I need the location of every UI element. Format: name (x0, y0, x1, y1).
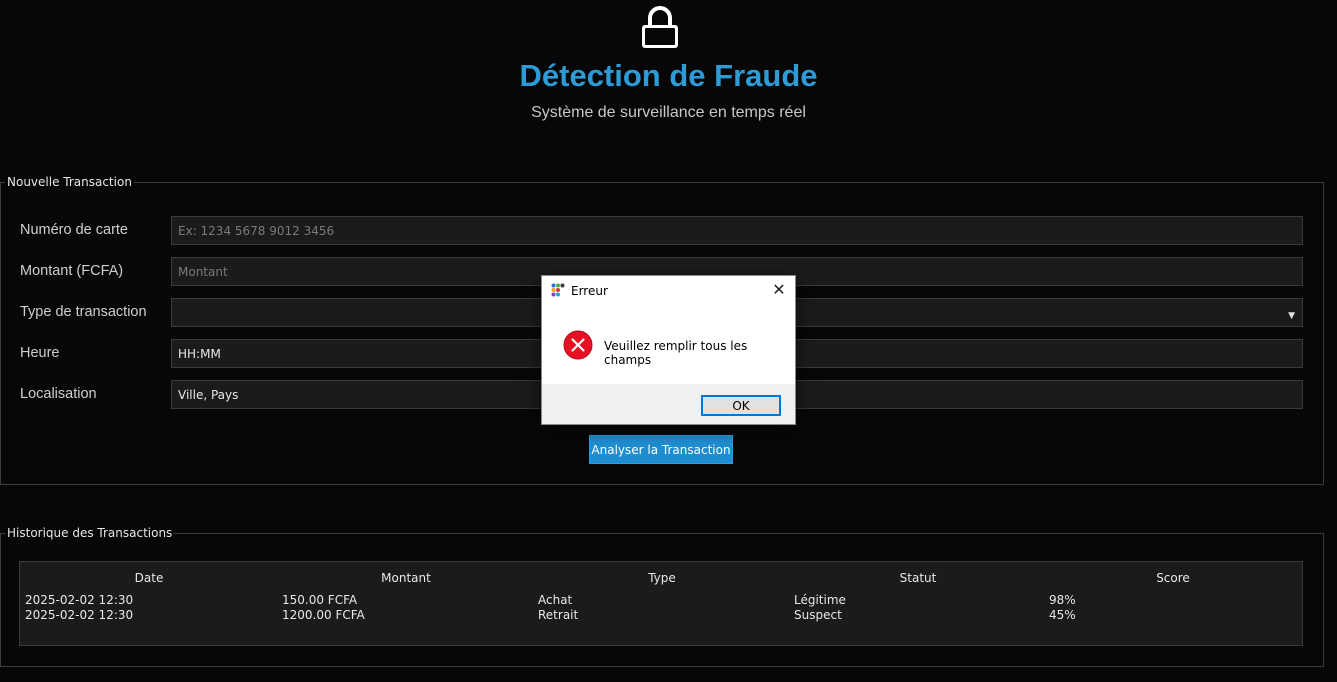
time-label: Heure (20, 345, 60, 361)
card-number-label: Numéro de carte (20, 222, 128, 238)
table-row[interactable]: 2025-02-02 12:30 1200.00 FCFA Retrait Su… (20, 608, 1302, 623)
cell-status: Légitime (794, 593, 846, 607)
column-header-status[interactable]: Statut (790, 571, 1046, 585)
amount-label: Montant (FCFA) (20, 263, 124, 279)
error-dialog: Erreur ✕ Veuillez remplir tous les champ… (541, 275, 796, 425)
new-transaction-group-title: Nouvelle Transaction (5, 175, 134, 189)
ok-button[interactable]: OK (701, 395, 781, 416)
cell-score: 98% (1049, 593, 1076, 607)
cell-score: 45% (1049, 608, 1076, 622)
cell-type: Achat (538, 593, 573, 607)
dialog-message: Veuillez remplir tous les champs (604, 339, 748, 367)
dialog-footer: OK (542, 384, 795, 424)
transaction-type-label: Type de transaction (20, 304, 147, 320)
cell-amount: 1200.00 FCFA (282, 608, 365, 622)
dialog-title: Erreur (571, 284, 608, 298)
card-number-input[interactable] (171, 216, 1303, 245)
cell-type: Retrait (538, 608, 579, 622)
cell-date: 2025-02-02 12:30 (25, 608, 134, 622)
column-header-amount[interactable]: Montant (278, 571, 534, 585)
page-title: Détection de Fraude (519, 58, 818, 93)
cell-date: 2025-02-02 12:30 (25, 593, 134, 607)
table-header-row: Date Montant Type Statut Score (20, 571, 1302, 586)
table-row[interactable]: 2025-02-02 12:30 150.00 FCFA Achat Légit… (20, 593, 1302, 608)
cell-amount: 150.00 FCFA (282, 593, 358, 607)
lock-icon (642, 6, 678, 48)
column-header-date[interactable]: Date (21, 571, 277, 585)
close-icon[interactable]: ✕ (769, 280, 789, 300)
location-label: Localisation (20, 386, 97, 402)
column-header-type[interactable]: Type (534, 571, 790, 585)
page-subtitle: Système de surveillance en temps réel (531, 104, 806, 121)
error-icon (563, 330, 593, 360)
cell-status: Suspect (794, 608, 842, 622)
chevron-down-icon[interactable]: ▼ (1288, 311, 1295, 321)
analyze-transaction-button[interactable]: Analyser la Transaction (589, 435, 733, 464)
transaction-history-group-title: Historique des Transactions (5, 526, 175, 540)
column-header-score[interactable]: Score (1045, 571, 1301, 585)
app-icon (551, 283, 565, 297)
history-table[interactable]: Date Montant Type Statut Score 2025-02-0… (19, 561, 1303, 646)
